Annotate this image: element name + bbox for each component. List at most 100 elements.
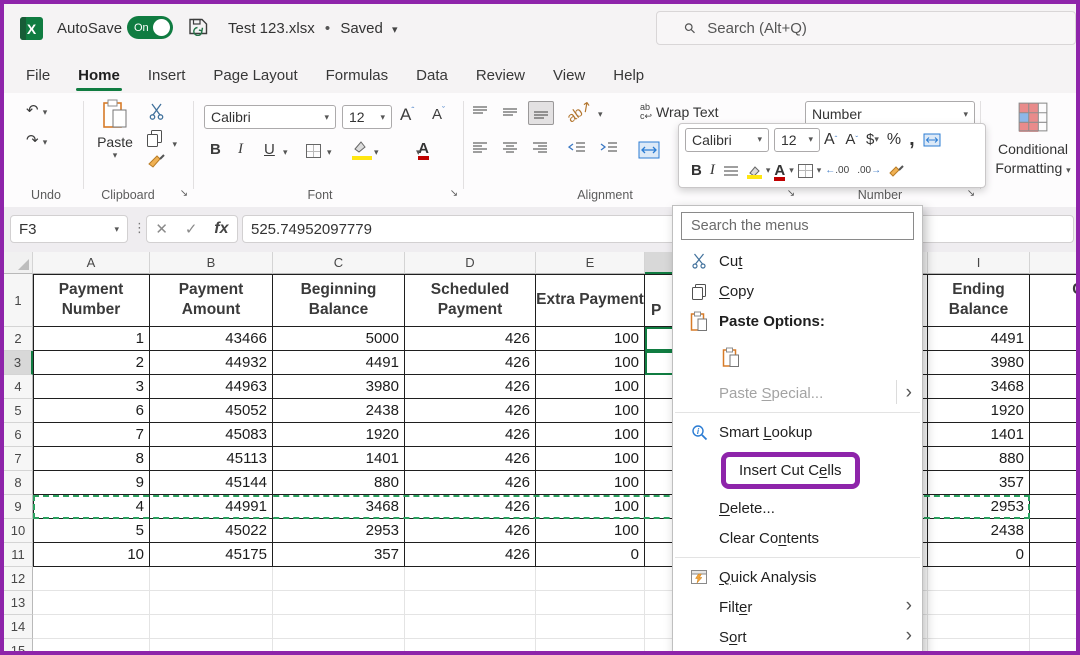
cell[interactable]: 357 <box>273 543 405 567</box>
row-header[interactable]: 6 <box>4 423 33 447</box>
cell[interactable]: 100 <box>536 471 645 495</box>
cell[interactable]: 44963 <box>150 375 273 399</box>
cell[interactable] <box>33 615 150 639</box>
cell[interactable]: 3980 <box>273 375 405 399</box>
cell[interactable]: 426 <box>405 471 536 495</box>
row-header[interactable]: 15 <box>4 639 33 655</box>
cell[interactable]: 880 <box>273 471 405 495</box>
mini-bold-button[interactable]: B <box>691 162 702 179</box>
cell[interactable] <box>1030 351 1080 375</box>
cell[interactable]: 426 <box>405 423 536 447</box>
header-cell[interactable]: Ending Balance <box>928 274 1030 327</box>
cell[interactable]: 2953 <box>928 495 1030 519</box>
cell[interactable]: 0 <box>536 543 645 567</box>
cell[interactable]: 4 <box>33 495 150 519</box>
header-cell[interactable]: Scheduled Payment <box>405 274 536 327</box>
cell[interactable] <box>1030 639 1080 655</box>
cell[interactable]: 45052 <box>150 399 273 423</box>
mini-borders-dropdown[interactable]: ▾ <box>817 165 822 176</box>
column-header[interactable]: B <box>150 252 273 274</box>
column-header[interactable]: D <box>405 252 536 274</box>
cell[interactable]: 8 <box>33 447 150 471</box>
cell[interactable]: 880 <box>928 447 1030 471</box>
cell[interactable] <box>536 615 645 639</box>
mini-italic-button[interactable]: I <box>710 162 715 179</box>
cell[interactable]: 426 <box>405 375 536 399</box>
cell[interactable]: 2 <box>33 351 150 375</box>
cell[interactable]: 6 <box>33 399 150 423</box>
cell[interactable]: 1920 <box>928 399 1030 423</box>
menu-item-quick-analysis[interactable]: Quick Analysis <box>673 562 922 592</box>
column-header[interactable]: C <box>273 252 405 274</box>
cell[interactable]: 100 <box>536 327 645 351</box>
cell[interactable] <box>1030 447 1080 471</box>
cell[interactable]: 3980 <box>928 351 1030 375</box>
mini-increase-decimal-button[interactable]: .00→ <box>857 165 881 176</box>
cell[interactable]: 100 <box>536 399 645 423</box>
menu-search-input[interactable] <box>681 212 914 240</box>
menu-item-copy[interactable]: Copy <box>673 276 922 306</box>
cell[interactable]: 100 <box>536 423 645 447</box>
cell[interactable] <box>150 615 273 639</box>
cell[interactable]: 4491 <box>928 327 1030 351</box>
cell[interactable] <box>1030 615 1080 639</box>
cell[interactable] <box>928 591 1030 615</box>
column-header[interactable]: I <box>928 252 1030 274</box>
cell[interactable]: 100 <box>536 519 645 543</box>
mini-font-size-combo[interactable]: 12▾ <box>774 128 820 152</box>
mini-font-color-button[interactable]: A <box>774 162 785 179</box>
cell[interactable]: 100 <box>536 351 645 375</box>
cell[interactable]: 426 <box>405 543 536 567</box>
cell[interactable]: 1 <box>33 327 150 351</box>
menu-item-smart-lookup[interactable]: iSmart Lookup <box>673 417 922 447</box>
cell[interactable] <box>273 567 405 591</box>
row-header[interactable]: 9 <box>4 495 33 519</box>
cell[interactable]: 426 <box>405 447 536 471</box>
cell[interactable] <box>33 591 150 615</box>
cell[interactable] <box>273 615 405 639</box>
mini-borders-grid-button[interactable] <box>798 164 813 178</box>
cell[interactable]: 5000 <box>273 327 405 351</box>
cell[interactable] <box>1030 399 1080 423</box>
cell[interactable] <box>1030 471 1080 495</box>
cell[interactable]: 45022 <box>150 519 273 543</box>
row-header[interactable]: 10 <box>4 519 33 543</box>
menu-item-filter[interactable]: Filter› <box>673 592 922 622</box>
cell[interactable]: 7 <box>33 423 150 447</box>
cell[interactable]: 44991 <box>150 495 273 519</box>
column-header[interactable] <box>1030 252 1080 274</box>
cell[interactable]: 45144 <box>150 471 273 495</box>
cell[interactable] <box>405 567 536 591</box>
row-header[interactable]: 3 <box>4 351 33 375</box>
menu-item-paste-keep-formatting[interactable] <box>673 336 922 378</box>
column-header[interactable]: A <box>33 252 150 274</box>
select-all-corner[interactable] <box>4 252 33 274</box>
cell[interactable]: 4491 <box>273 351 405 375</box>
row-header[interactable]: 8 <box>4 471 33 495</box>
cell[interactable]: 100 <box>536 375 645 399</box>
row-header[interactable]: 13 <box>4 591 33 615</box>
header-cell[interactable]: Beginning Balance <box>273 274 405 327</box>
cell[interactable]: 3468 <box>273 495 405 519</box>
mini-grow-font-button[interactable]: Aˆ <box>824 131 837 149</box>
cell[interactable]: 100 <box>536 447 645 471</box>
cell[interactable]: 1401 <box>928 423 1030 447</box>
cell[interactable] <box>405 615 536 639</box>
menu-item-paste-special[interactable]: Paste Special...› <box>673 378 922 408</box>
cell[interactable]: 426 <box>405 519 536 543</box>
menu-item-sort[interactable]: Sort› <box>673 622 922 652</box>
row-header[interactable]: 7 <box>4 447 33 471</box>
cell[interactable]: 10 <box>33 543 150 567</box>
cell[interactable] <box>1030 375 1080 399</box>
cell[interactable]: 426 <box>405 351 536 375</box>
mini-borders-icon[interactable] <box>723 164 739 177</box>
cell[interactable] <box>273 639 405 655</box>
cell[interactable] <box>1030 495 1080 519</box>
cell[interactable] <box>928 567 1030 591</box>
row-header[interactable]: 5 <box>4 399 33 423</box>
row-header[interactable]: 11 <box>4 543 33 567</box>
header-cell[interactable]: Payment Number <box>33 274 150 327</box>
menu-item-paste-options[interactable]: Paste Options: <box>673 306 922 336</box>
cell[interactable] <box>536 567 645 591</box>
cell[interactable] <box>1030 591 1080 615</box>
